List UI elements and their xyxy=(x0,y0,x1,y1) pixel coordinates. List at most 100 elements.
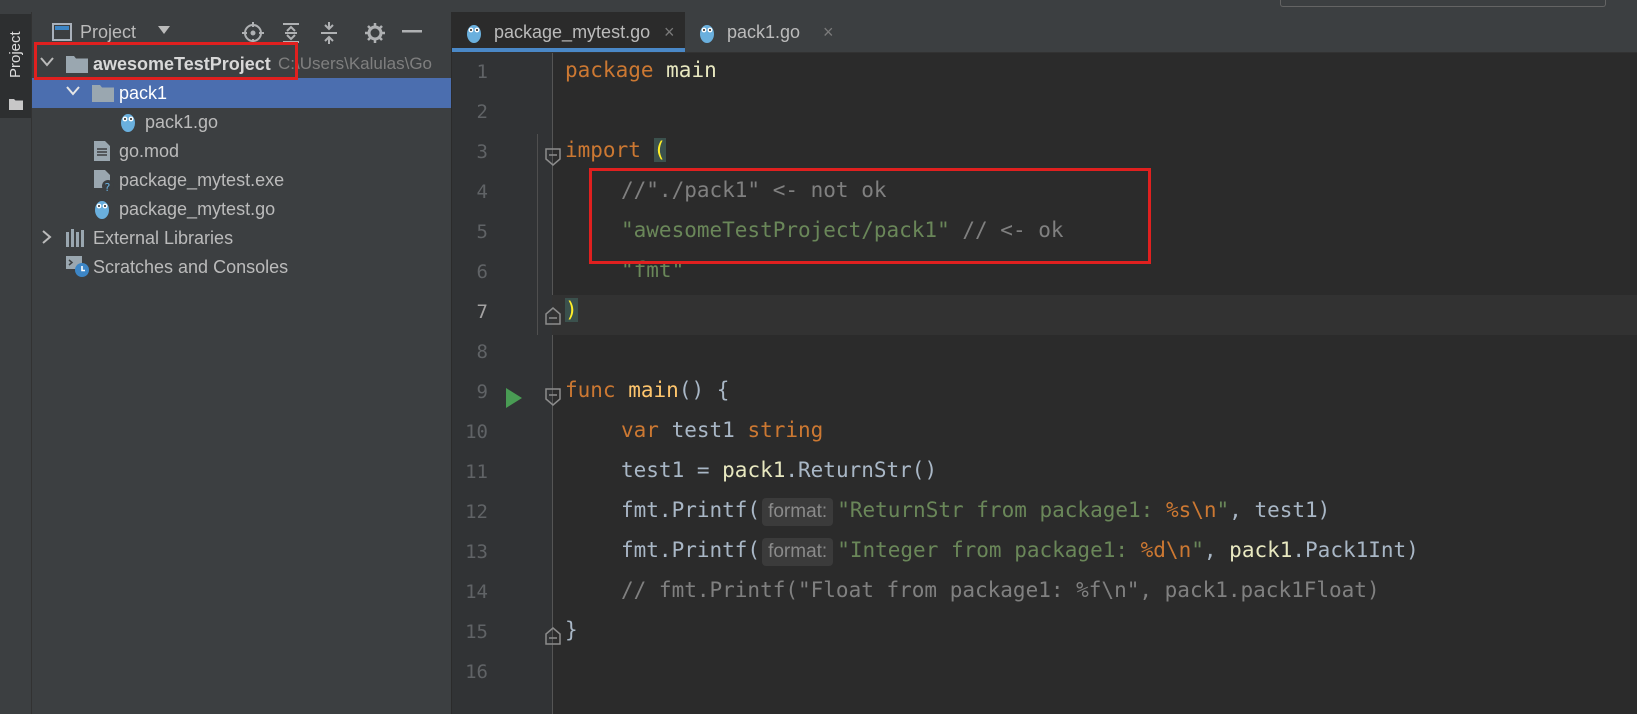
code-line-14: // fmt.Printf("Float from package1: %f\n… xyxy=(621,578,1380,602)
code-text: } xyxy=(565,618,578,642)
highlight-box-project-root xyxy=(34,42,298,80)
matched-paren: ) xyxy=(565,298,578,322)
tab-label: package_mytest.go xyxy=(494,22,651,42)
line-number: 11 xyxy=(465,461,488,483)
code-text: fmt.Printf( xyxy=(621,538,761,562)
chevron-right-icon[interactable] xyxy=(42,230,52,244)
identifier: test1 xyxy=(658,418,748,442)
project-tool-tab-label: Project xyxy=(7,31,24,78)
line-number: 2 xyxy=(476,101,488,123)
editor-tab-bar: package_mytest.go × pack1.go × xyxy=(452,12,1637,53)
highlight-box-imports xyxy=(589,168,1151,264)
code-text: , xyxy=(1203,538,1230,562)
code-line-1: package main xyxy=(565,58,717,82)
comment: // fmt.Printf("Float from package1: %f\n… xyxy=(621,578,1380,602)
keyword: var xyxy=(621,418,659,442)
pack1-folder-label: pack1 xyxy=(119,83,168,103)
line-number: 9 xyxy=(476,381,488,403)
fold-collapse-icon[interactable] xyxy=(545,388,561,406)
code-text: fmt.Printf( xyxy=(621,498,761,522)
parameter-hint: format: xyxy=(762,498,834,526)
string-literal: " xyxy=(1216,498,1230,522)
collapse-all-icon[interactable] xyxy=(318,22,340,44)
line-number: 13 xyxy=(465,541,488,563)
project-panel-title[interactable]: Project xyxy=(80,22,136,43)
tree-item-external-libraries[interactable]: External Libraries xyxy=(32,223,451,253)
close-tab-icon[interactable]: × xyxy=(823,12,834,52)
format-verb: %d\n xyxy=(1140,538,1192,562)
scope-indicator xyxy=(537,134,538,335)
fold-collapse-icon[interactable] xyxy=(545,148,561,166)
line-number: 4 xyxy=(476,181,488,203)
code-line-15: } xyxy=(565,618,578,642)
go-file-icon xyxy=(467,25,481,43)
tab-package-mytest-go[interactable]: package_mytest.go × xyxy=(452,12,685,52)
folder-icon xyxy=(92,85,114,102)
close-tab-icon[interactable]: × xyxy=(664,12,675,52)
project-root-path: C:\Users\Kalulas\Go xyxy=(278,54,432,73)
tree-item-scratches[interactable]: Scratches and Consoles xyxy=(32,252,451,282)
go-file-icon xyxy=(121,114,135,132)
line-number: 1 xyxy=(476,61,488,83)
line-number: 7 xyxy=(476,301,488,323)
svg-text:?: ? xyxy=(105,181,111,192)
go-file-icon xyxy=(700,25,714,43)
fold-end-icon[interactable] xyxy=(545,307,561,325)
project-window-icon xyxy=(52,23,72,41)
expand-all-icon[interactable] xyxy=(280,22,302,44)
scratches-label: Scratches and Consoles xyxy=(93,257,289,277)
tree-item-pack1-folder[interactable]: pack1 xyxy=(32,78,451,108)
package-name: main xyxy=(653,58,717,82)
code-text: .ReturnStr() xyxy=(785,458,938,482)
tree-item-package-go[interactable]: package_mytest.go xyxy=(32,194,451,224)
package-go-label: package_mytest.go xyxy=(119,199,276,219)
gear-icon[interactable] xyxy=(364,22,386,44)
code-text: () { xyxy=(678,378,730,402)
keyword: func xyxy=(565,378,616,402)
pack1-go-label: pack1.go xyxy=(145,112,219,132)
tab-pack1-go[interactable]: pack1.go × xyxy=(685,12,845,52)
go-mod-file-icon xyxy=(94,141,110,161)
fold-end-icon[interactable] xyxy=(545,627,561,645)
minimize-icon[interactable] xyxy=(402,30,422,34)
library-icon xyxy=(66,229,84,247)
code-line-11: test1 = pack1.ReturnStr() xyxy=(621,458,937,482)
keyword: import xyxy=(565,138,641,162)
line-number: 12 xyxy=(465,501,488,523)
code-text: .Pack1Int) xyxy=(1292,538,1419,562)
external-libraries-label: External Libraries xyxy=(93,228,234,248)
line-number: 16 xyxy=(465,661,488,683)
tree-item-package-exe[interactable]: ? package_mytest.exe xyxy=(32,165,451,195)
code-text: , test1) xyxy=(1229,498,1331,522)
code-line-13: fmt.Printf(format: "Integer from package1… xyxy=(621,538,1419,566)
tab-label: pack1.go xyxy=(727,22,801,42)
go-file-icon xyxy=(95,201,109,219)
scratches-icon xyxy=(66,256,89,277)
search-everywhere-field[interactable] xyxy=(1280,0,1606,7)
line-number: 10 xyxy=(465,421,488,443)
line-number: 15 xyxy=(465,621,488,643)
string-literal: " xyxy=(1191,538,1204,562)
type-name: string xyxy=(747,418,824,442)
chevron-down-icon[interactable] xyxy=(158,26,170,34)
project-tool-window-tab[interactable]: Project xyxy=(0,14,31,118)
code-line-10: var test1 string xyxy=(621,418,823,442)
folder-icon xyxy=(9,99,23,110)
tree-item-go-mod[interactable]: go.mod xyxy=(32,136,451,166)
keyword: package xyxy=(565,58,654,82)
current-line-highlight xyxy=(552,295,1637,335)
string-literal: "ReturnStr from package1: xyxy=(837,498,1166,522)
line-number: 14 xyxy=(465,581,488,603)
locate-icon[interactable] xyxy=(242,22,264,44)
code-line-12: fmt.Printf(format: "ReturnStr from packag… xyxy=(621,498,1330,526)
run-icon[interactable] xyxy=(506,388,522,408)
package-name: pack1 xyxy=(1229,538,1293,562)
code-line-9: func main() { xyxy=(565,378,729,402)
unknown-file-icon: ? xyxy=(94,170,114,192)
tree-item-pack1-go[interactable]: pack1.go xyxy=(32,107,451,137)
chevron-down-icon[interactable] xyxy=(66,86,80,96)
package-name: pack1 xyxy=(722,458,786,482)
format-verb: %s\n xyxy=(1165,498,1217,522)
line-number: 8 xyxy=(476,341,488,363)
string-literal: "Integer from package1: xyxy=(837,538,1141,562)
